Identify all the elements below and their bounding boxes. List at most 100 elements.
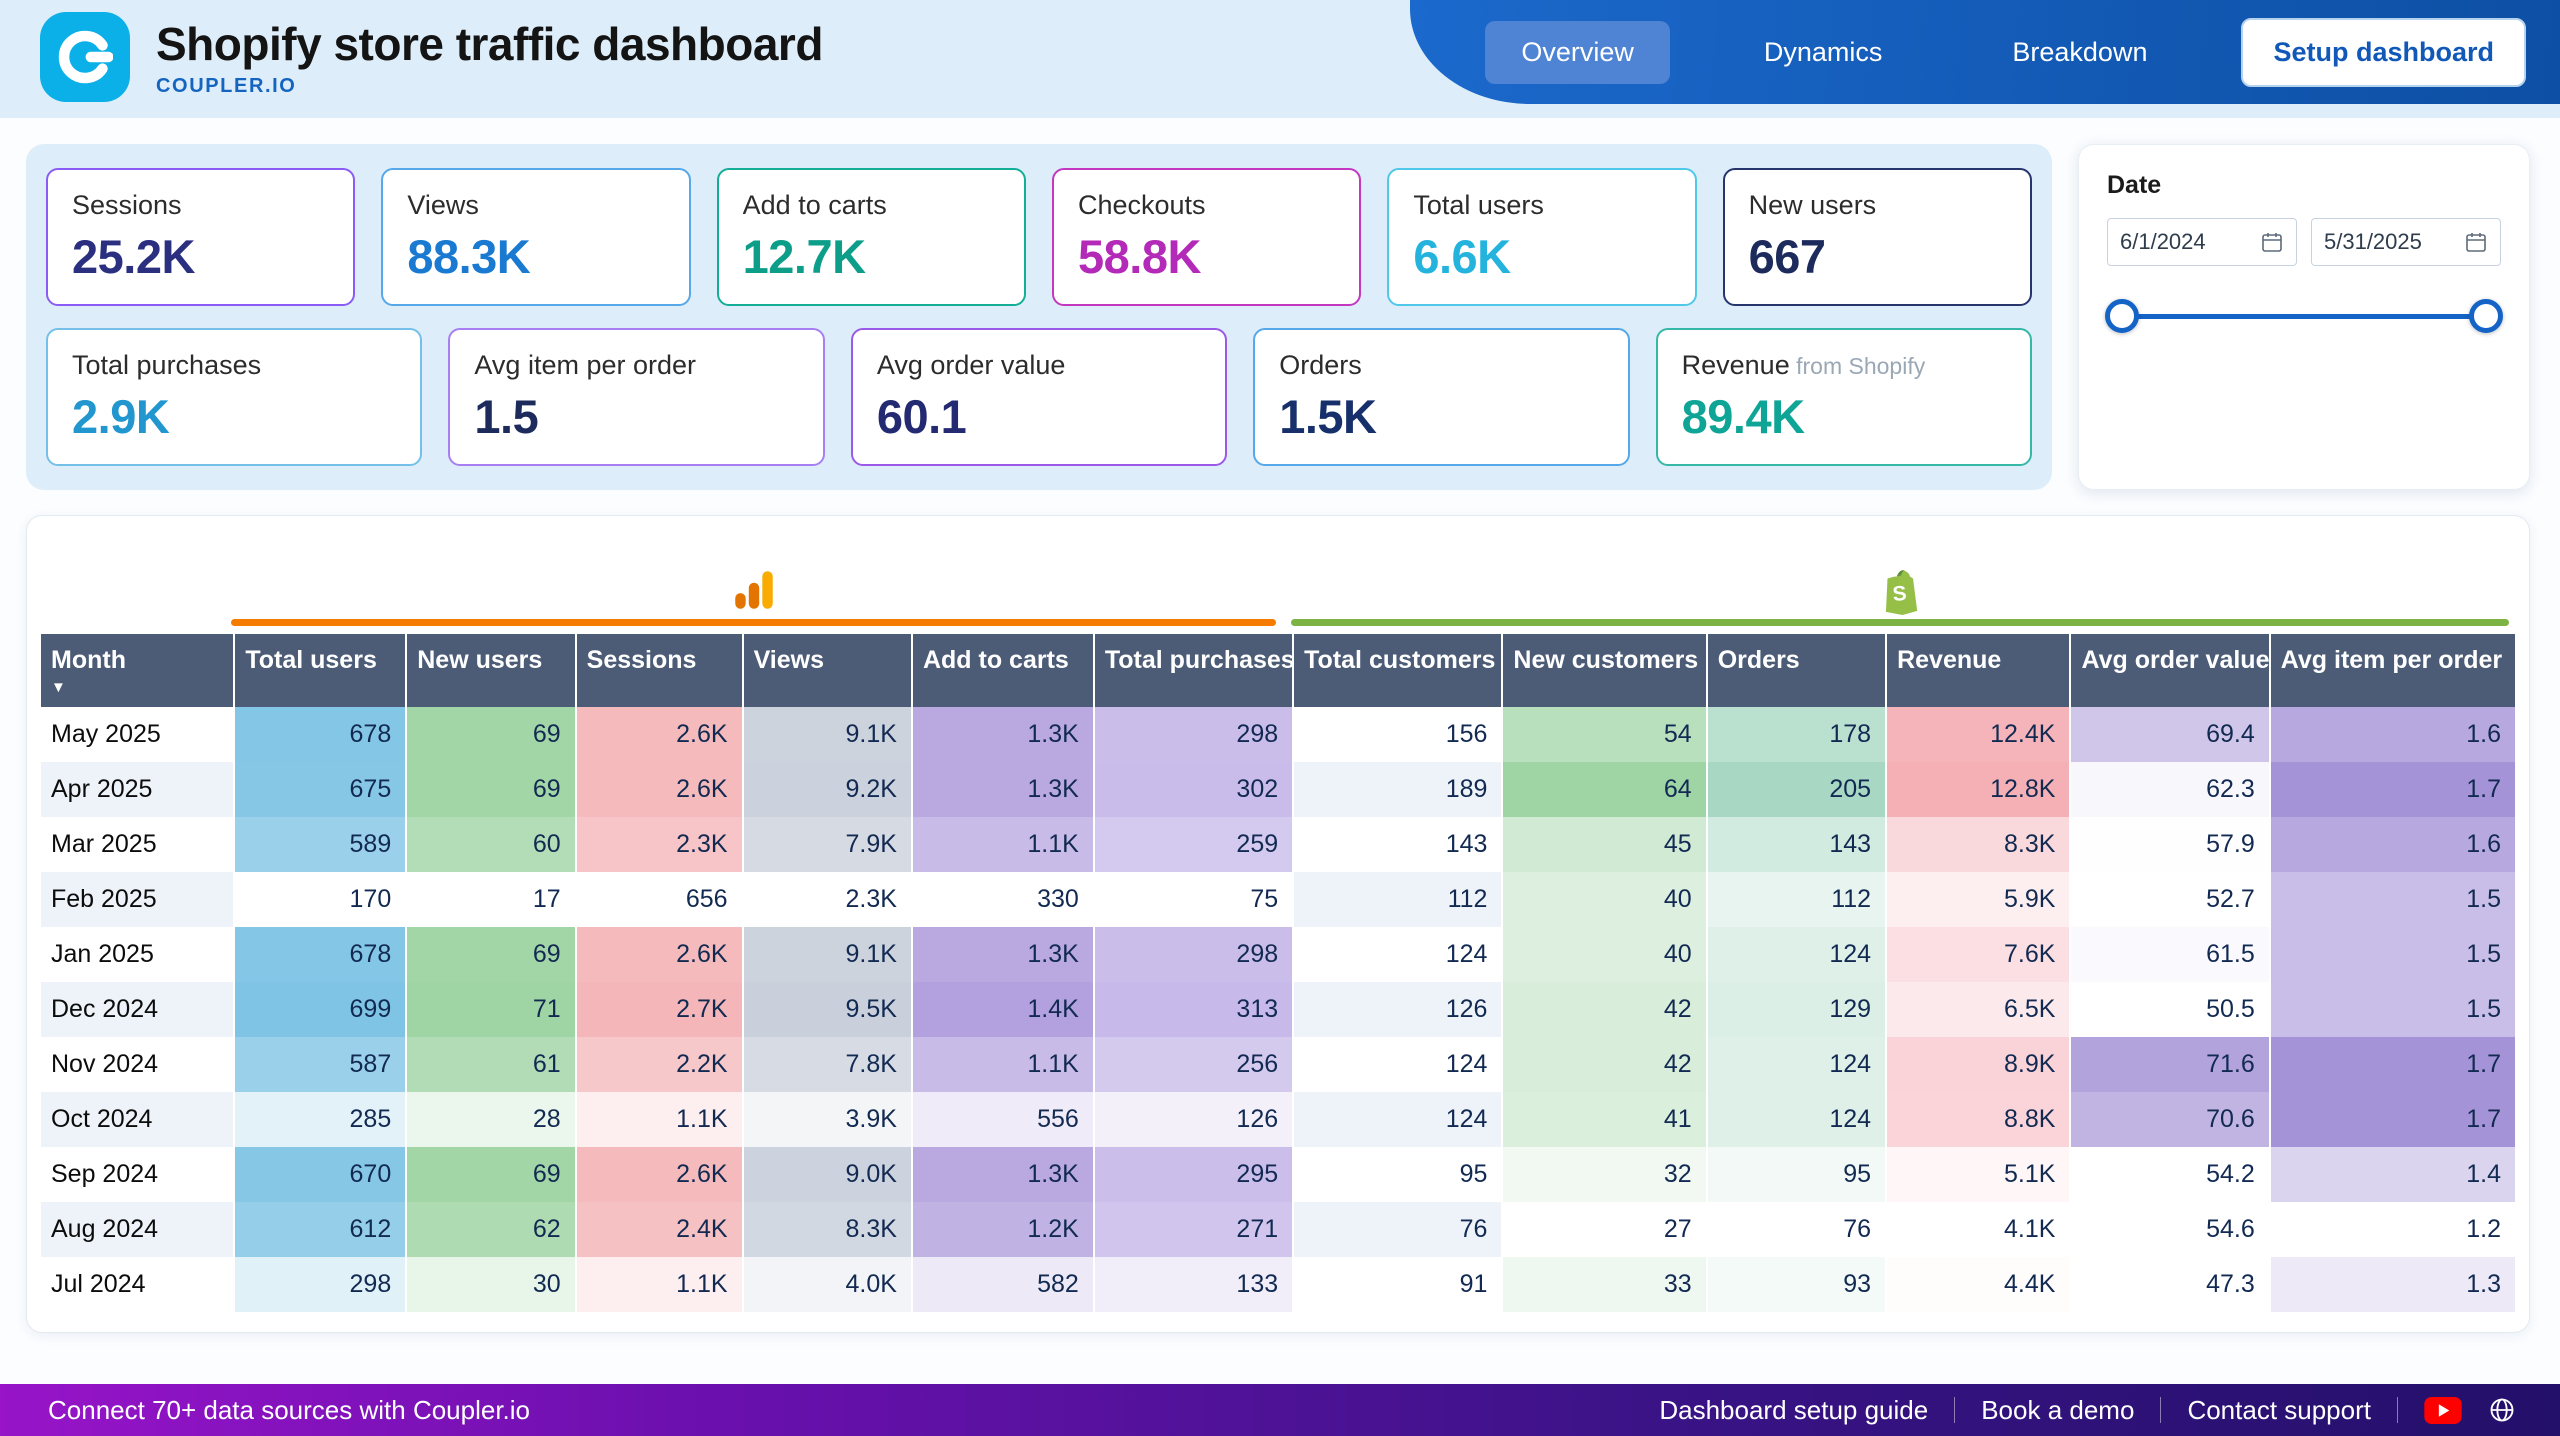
cell-month: Dec 2024: [41, 982, 235, 1037]
column-header-views[interactable]: Views: [744, 634, 913, 707]
cell-total-purchases: 271: [1095, 1202, 1294, 1257]
slider-handle-end[interactable]: [2469, 299, 2503, 333]
cell-total-users: 589: [235, 817, 407, 872]
kpi-card-new-users: New users667: [1723, 168, 2032, 306]
column-header-orders[interactable]: Orders: [1708, 634, 1887, 707]
end-date-input[interactable]: 5/31/2025: [2311, 218, 2501, 266]
kpi-panel: Sessions25.2KViews88.3KAdd to carts12.7K…: [26, 144, 2052, 490]
cell-sessions: 2.6K: [577, 927, 744, 982]
divider: [1954, 1397, 1955, 1423]
cell-total-purchases: 298: [1095, 927, 1294, 982]
data-sources-bar: S: [41, 532, 2515, 630]
cell-total-customers: 126: [1294, 982, 1503, 1037]
cell-new-customers: 27: [1503, 1202, 1707, 1257]
cell-revenue: 8.9K: [1887, 1037, 2071, 1092]
date-filter-card: Date 6/1/2024 5/31/2025: [2078, 144, 2530, 490]
cell-month: Oct 2024: [41, 1092, 235, 1147]
cell-add-to-carts: 330: [913, 872, 1095, 927]
cell-sessions: 1.1K: [577, 1257, 744, 1312]
cell-total-purchases: 75: [1095, 872, 1294, 927]
column-header-sessions[interactable]: Sessions: [577, 634, 744, 707]
column-header-total-users[interactable]: Total users: [235, 634, 407, 707]
cell-avg-item-per-order: 1.7: [2271, 1092, 2515, 1147]
cell-total-users: 678: [235, 707, 407, 762]
cell-avg-order-value: 71.6: [2071, 1037, 2270, 1092]
cell-new-users: 61: [407, 1037, 576, 1092]
cell-orders: 129: [1708, 982, 1887, 1037]
nav-bar: Overview Dynamics Breakdown Setup dashboar…: [1410, 0, 2560, 104]
cell-add-to-carts: 1.1K: [913, 1037, 1095, 1092]
cell-views: 7.9K: [744, 817, 913, 872]
shopify-underline: [1291, 619, 2509, 626]
kpi-value: 60.1: [877, 389, 1201, 444]
cell-orders: 95: [1708, 1147, 1887, 1202]
tab-breakdown[interactable]: Breakdown: [1976, 21, 2183, 84]
cell-new-customers: 40: [1503, 927, 1707, 982]
footer-link-book-a-demo[interactable]: Book a demo: [1981, 1395, 2134, 1426]
cell-avg-item-per-order: 1.5: [2271, 927, 2515, 982]
kpi-value: 58.8K: [1078, 229, 1335, 284]
slider-handle-start[interactable]: [2105, 299, 2139, 333]
column-header-total-customers[interactable]: Total customers: [1294, 634, 1503, 707]
kpi-value: 6.6K: [1413, 229, 1670, 284]
footer-link-contact-support[interactable]: Contact support: [2187, 1395, 2371, 1426]
column-header-revenue[interactable]: Revenue: [1887, 634, 2071, 707]
footer-link-dashboard-setup-guide[interactable]: Dashboard setup guide: [1659, 1395, 1928, 1426]
globe-icon[interactable]: [2488, 1396, 2516, 1424]
column-header-avg-order-value[interactable]: Avg order value: [2071, 634, 2270, 707]
cell-total-purchases: 302: [1095, 762, 1294, 817]
coupler-logo-glyph: [57, 29, 113, 85]
cell-new-customers: 54: [1503, 707, 1707, 762]
cell-total-users: 587: [235, 1037, 407, 1092]
table-row: Jan 2025678692.6K9.1K1.3K298124401247.6K…: [41, 927, 2515, 982]
column-header-avg-item-per-order[interactable]: Avg item per order: [2271, 634, 2515, 707]
start-date-input[interactable]: 6/1/2024: [2107, 218, 2297, 266]
kpi-label: Avg order value: [877, 350, 1201, 381]
tab-dynamics[interactable]: Dynamics: [1728, 21, 1919, 84]
cell-avg-order-value: 52.7: [2071, 872, 2270, 927]
cell-avg-order-value: 69.4: [2071, 707, 2270, 762]
cell-orders: 124: [1708, 1092, 1887, 1147]
cell-add-to-carts: 1.3K: [913, 1147, 1095, 1202]
cell-avg-order-value: 54.6: [2071, 1202, 2270, 1257]
column-header-total-purchases[interactable]: Total purchases: [1095, 634, 1294, 707]
cell-orders: 178: [1708, 707, 1887, 762]
kpi-card-total-users: Total users6.6K: [1387, 168, 1696, 306]
cell-add-to-carts: 1.2K: [913, 1202, 1095, 1257]
cell-views: 9.0K: [744, 1147, 913, 1202]
cell-total-customers: 91: [1294, 1257, 1503, 1312]
cell-avg-item-per-order: 1.2: [2271, 1202, 2515, 1257]
cell-total-customers: 124: [1294, 1037, 1503, 1092]
divider: [2397, 1397, 2398, 1423]
cell-revenue: 4.1K: [1887, 1202, 2071, 1257]
cell-views: 8.3K: [744, 1202, 913, 1257]
column-header-label: New customers: [1513, 646, 1695, 675]
slider-track[interactable]: [2121, 314, 2487, 319]
column-header-add-to-carts[interactable]: Add to carts: [913, 634, 1095, 707]
youtube-icon[interactable]: [2424, 1397, 2462, 1424]
cell-views: 4.0K: [744, 1257, 913, 1312]
column-header-month[interactable]: Month▼: [41, 634, 235, 707]
cell-revenue: 7.6K: [1887, 927, 2071, 982]
cell-avg-order-value: 50.5: [2071, 982, 2270, 1037]
cell-avg-item-per-order: 1.4: [2271, 1147, 2515, 1202]
cell-avg-item-per-order: 1.5: [2271, 982, 2515, 1037]
column-header-new-customers[interactable]: New customers: [1503, 634, 1707, 707]
kpi-row-2: Total purchases2.9KAvg item per order1.5…: [46, 328, 2032, 466]
cell-add-to-carts: 1.1K: [913, 817, 1095, 872]
cell-revenue: 6.5K: [1887, 982, 2071, 1037]
cell-month: Mar 2025: [41, 817, 235, 872]
tab-overview[interactable]: Overview: [1485, 21, 1670, 84]
cell-avg-item-per-order: 1.3: [2271, 1257, 2515, 1312]
column-header-new-users[interactable]: New users: [407, 634, 576, 707]
cell-add-to-carts: 1.3K: [913, 762, 1095, 817]
cell-new-users: 28: [407, 1092, 576, 1147]
cell-sessions: 2.2K: [577, 1037, 744, 1092]
cell-total-users: 699: [235, 982, 407, 1037]
cell-add-to-carts: 1.3K: [913, 707, 1095, 762]
cell-sessions: 1.1K: [577, 1092, 744, 1147]
cell-total-users: 298: [235, 1257, 407, 1312]
cell-new-users: 17: [407, 872, 576, 927]
setup-dashboard-button[interactable]: Setup dashboard: [2241, 18, 2526, 87]
cell-avg-order-value: 54.2: [2071, 1147, 2270, 1202]
